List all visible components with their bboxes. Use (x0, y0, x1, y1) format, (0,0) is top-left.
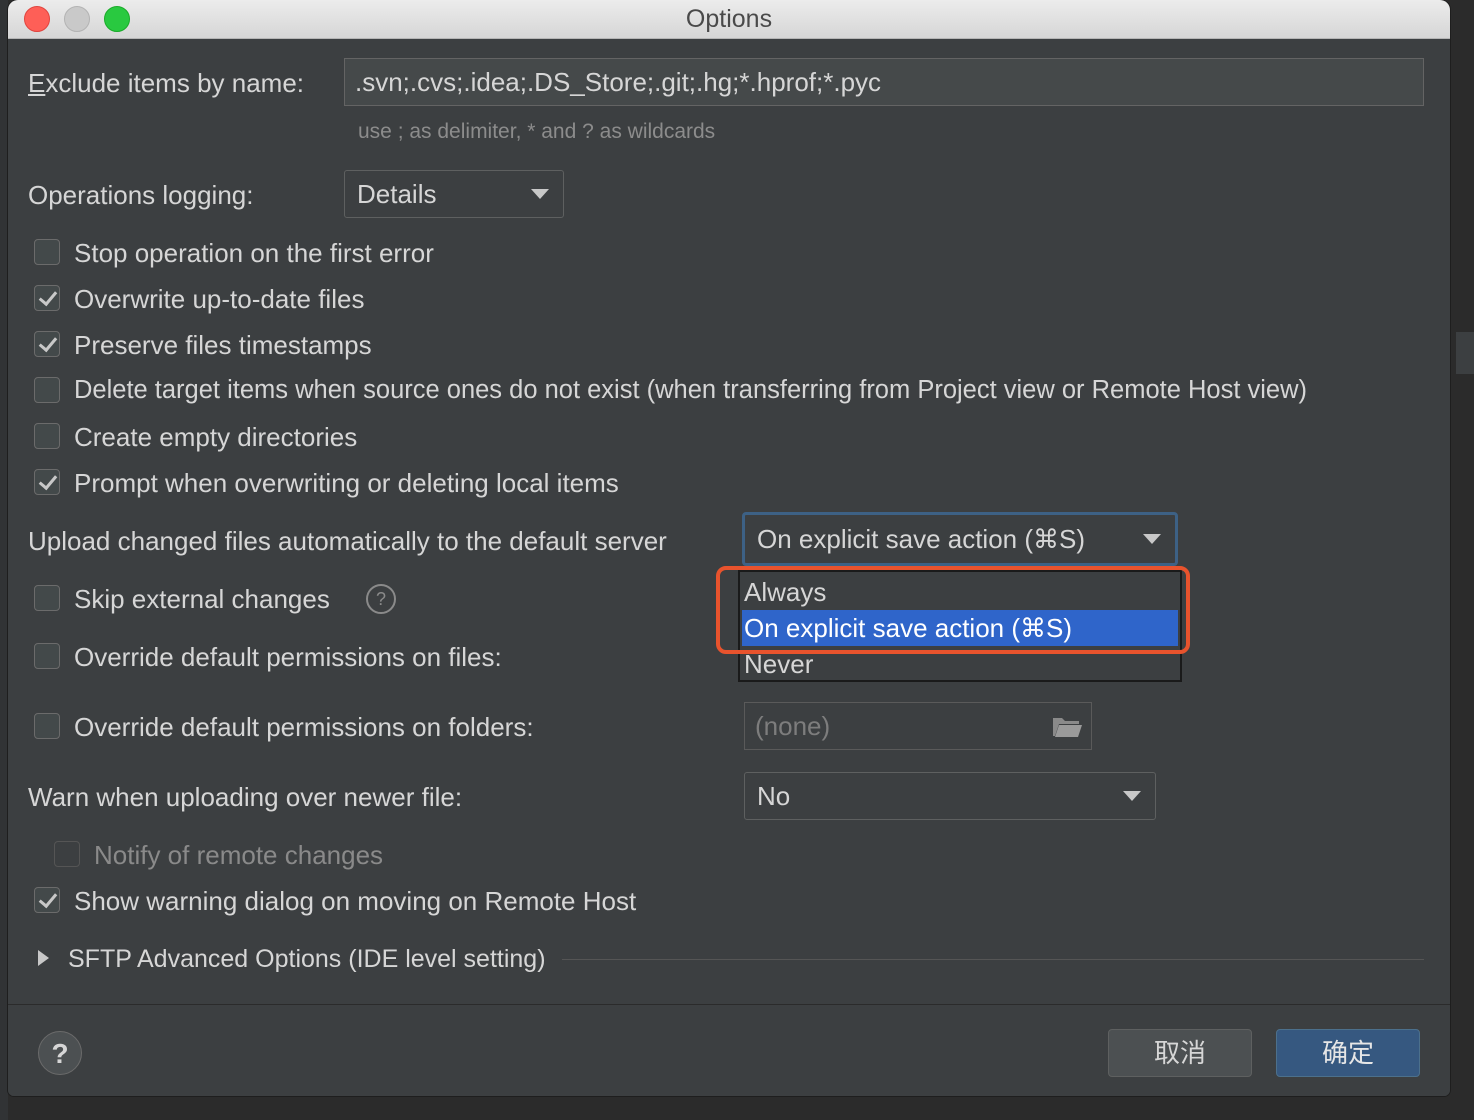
preserve-timestamps-checkbox[interactable] (34, 331, 60, 357)
notify-remote-label: Notify of remote changes (94, 840, 384, 870)
create-empty-dirs-checkbox[interactable] (34, 423, 60, 449)
skip-external-label: Skip external changes (74, 584, 330, 614)
preserve-timestamps-label: Preserve files timestamps (74, 330, 372, 360)
exclude-label-text: xclude items by name: (45, 68, 305, 98)
overwrite-label: Overwrite up-to-date files (74, 284, 365, 314)
chevron-down-icon (531, 189, 549, 199)
skip-external-checkbox[interactable] (34, 585, 60, 611)
exclude-input[interactable]: .svn;.cvs;.idea;.DS_Store;.git;.hg;*.hpr… (344, 58, 1424, 106)
warn-newer-select[interactable]: No (744, 772, 1156, 820)
chevron-down-icon (1143, 534, 1161, 544)
background-editor-mark (1456, 332, 1474, 374)
stop-on-error-label: Stop operation on the first error (74, 238, 434, 268)
folder-permissions-field: (none) (744, 702, 1092, 750)
folder-open-icon[interactable] (1051, 715, 1083, 739)
logging-label: Operations logging: (28, 180, 254, 210)
upload-option-always[interactable]: Always (742, 574, 1178, 610)
background-strip-left (0, 0, 8, 1120)
upload-select[interactable]: On explicit save action (⌘S) (742, 512, 1178, 566)
logging-select[interactable]: Details (344, 170, 564, 218)
cancel-button[interactable]: 取消 (1108, 1029, 1252, 1077)
prompt-overwrite-label: Prompt when overwriting or deleting loca… (74, 468, 619, 498)
dialog-footer: ? 取消 确定 (8, 1004, 1450, 1096)
window-title: Options (685, 5, 773, 33)
stop-on-error-checkbox[interactable] (34, 239, 60, 265)
override-files-checkbox[interactable] (34, 643, 60, 669)
upload-option-never[interactable]: Never (742, 646, 1178, 682)
override-folders-label: Override default permissions on folders: (74, 712, 534, 742)
show-warning-label: Show warning dialog on moving on Remote … (74, 886, 637, 916)
upload-select-value: On explicit save action (⌘S) (757, 523, 1086, 554)
exclude-label: Exclude items by name: (28, 68, 304, 99)
exclude-label-mnemonic: E (28, 68, 46, 98)
background-strip-right (1450, 0, 1474, 1120)
warn-newer-select-value: No (757, 780, 791, 811)
override-folders-checkbox[interactable] (34, 713, 60, 739)
delete-target-label: Delete target items when source ones do … (74, 376, 1308, 404)
options-dialog: Options Exclude items by name: .svn;.cvs… (8, 0, 1450, 1096)
section-divider (562, 959, 1424, 960)
folder-permissions-value: (none) (755, 710, 831, 741)
show-warning-checkbox[interactable] (34, 887, 60, 913)
ok-button[interactable]: 确定 (1276, 1029, 1420, 1077)
create-empty-dirs-label: Create empty directories (74, 422, 358, 452)
sftp-advanced-toggle[interactable]: SFTP Advanced Options (IDE level setting… (68, 945, 546, 974)
upload-label: Upload changed files automatically to th… (28, 526, 667, 556)
exclude-input-value: .svn;.cvs;.idea;.DS_Store;.git;.hg;*.hpr… (355, 66, 882, 97)
expand-triangle-icon[interactable] (38, 950, 49, 966)
chevron-down-icon (1123, 791, 1141, 801)
override-files-label: Override default permissions on files: (74, 642, 502, 672)
upload-dropdown-list: Always On explicit save action (⌘S) Neve… (738, 570, 1182, 682)
help-button[interactable]: ? (38, 1031, 82, 1075)
overwrite-checkbox[interactable] (34, 285, 60, 311)
upload-option-explicit-save[interactable]: On explicit save action (⌘S) (742, 610, 1178, 646)
logging-select-value: Details (357, 178, 437, 209)
help-circle-icon[interactable]: ? (366, 584, 396, 614)
warn-newer-label: Warn when uploading over newer file: (28, 782, 463, 812)
title-bar[interactable]: Options (8, 0, 1450, 39)
notify-remote-checkbox (54, 841, 80, 867)
prompt-overwrite-checkbox[interactable] (34, 469, 60, 495)
exclude-hint: use ; as delimiter, * and ? as wildcards (358, 120, 716, 143)
delete-target-checkbox[interactable] (34, 377, 60, 403)
